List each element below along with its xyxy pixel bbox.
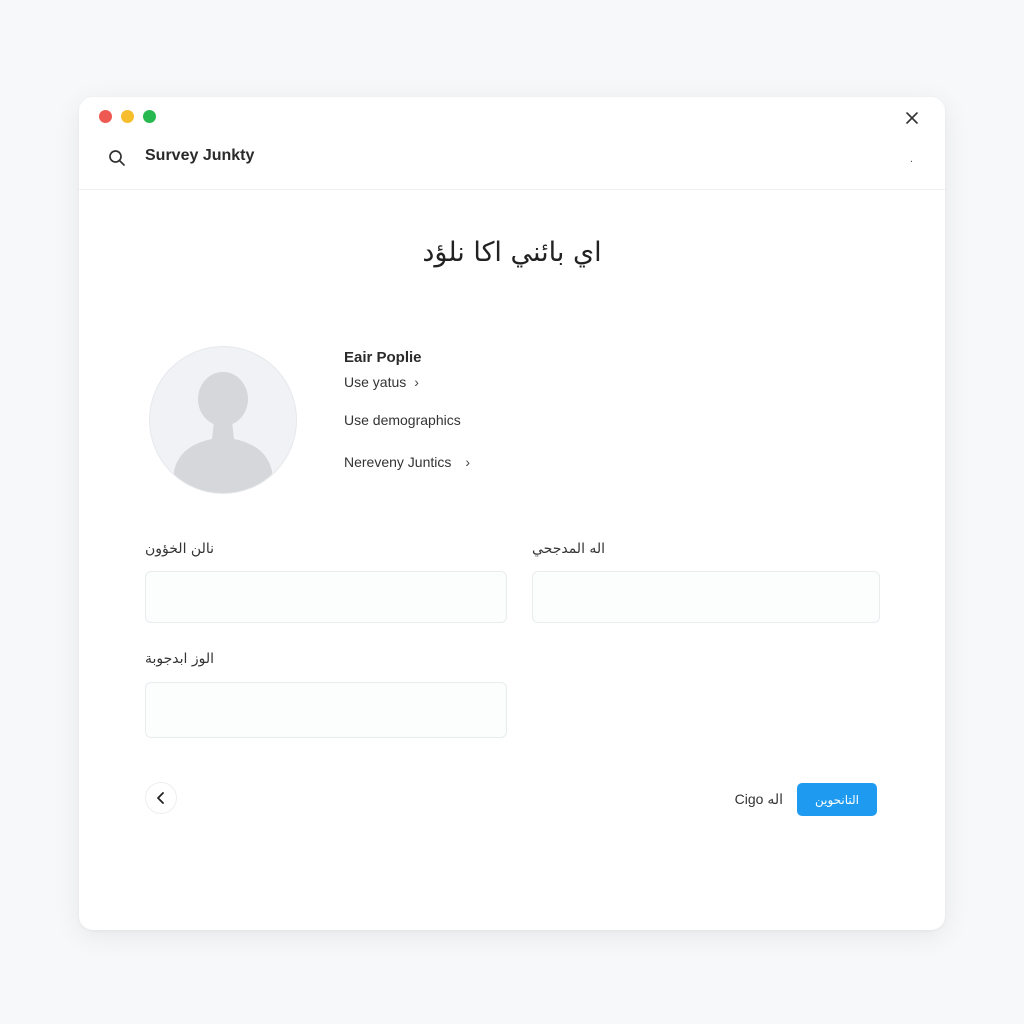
chevron-right-icon: › [414,374,419,390]
use-status-label: Use yatus [344,374,407,390]
primary-action-button[interactable]: التانحوين [797,783,877,816]
window-controls [99,110,156,123]
more-menu-icon[interactable]: · [910,157,913,168]
zoom-window-dot[interactable] [143,110,156,123]
secondary-action-link[interactable]: Cigo اله [735,791,783,808]
text-field-2[interactable] [532,571,880,623]
demographics-text: Use demographics [344,412,644,428]
app-window: Survey Junkty · اي بائني اكا نلؤد Eair P… [79,97,945,930]
junctions-label: Nereveny Juntics [344,454,452,470]
close-icon[interactable] [899,105,925,131]
demographics-label: Use demographics [344,412,461,428]
chevron-left-icon [157,792,164,804]
profile-name: Eair Poplie [344,349,422,366]
profile-info: Eair Poplie Use yatus › Use demographics… [344,349,644,470]
field-label-1: نالن الخؤون [145,541,215,557]
field-label-2: اله المدجحي [532,541,606,557]
minimize-window-dot[interactable] [121,110,134,123]
chevron-right-icon: › [465,454,471,470]
text-field-1[interactable] [145,571,507,623]
app-header: Survey Junkty · [79,133,945,190]
use-status-link[interactable]: Use yatus › [344,374,644,390]
user-silhouette-icon [174,372,272,493]
page-title: اي بائني اكا نلؤد [422,237,602,268]
app-title: Survey Junkty [145,147,255,164]
avatar[interactable] [149,346,297,494]
field-label-3: الوز ابدجوبة [145,651,215,667]
search-icon[interactable] [107,148,127,168]
text-field-3[interactable] [145,682,507,738]
close-window-dot[interactable] [99,110,112,123]
junctions-link[interactable]: Nereveny Juntics › [344,454,644,470]
back-button[interactable] [145,782,177,814]
